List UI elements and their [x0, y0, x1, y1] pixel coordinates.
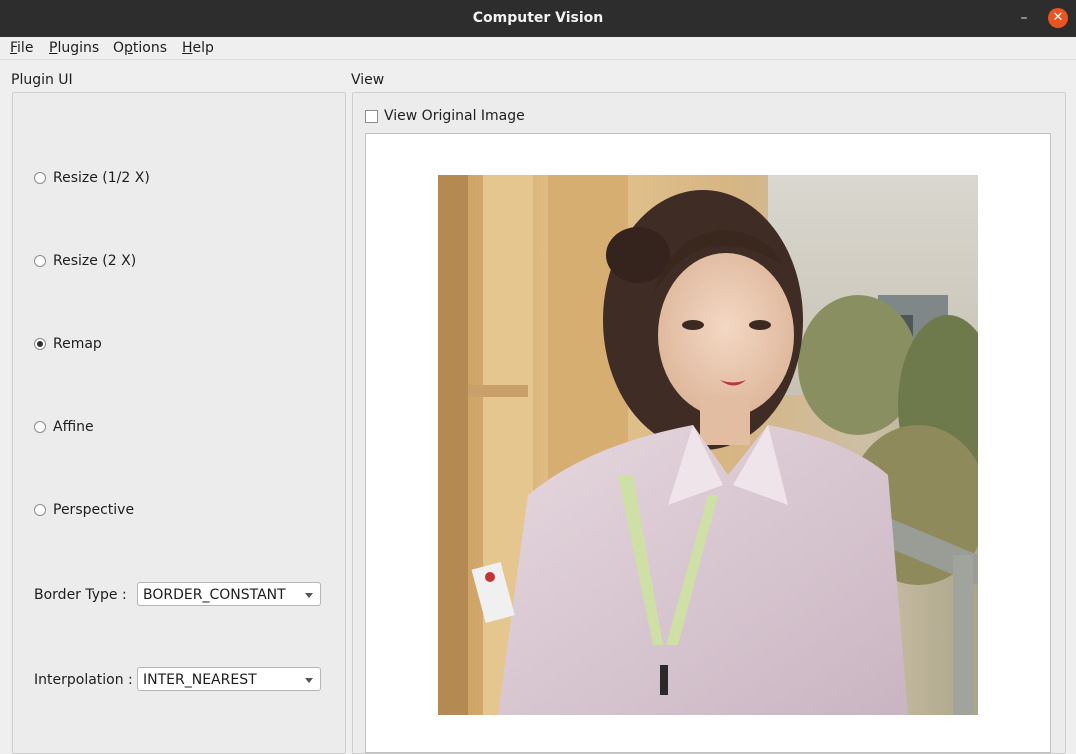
radio-label: Perspective — [53, 502, 135, 518]
radio-label: Remap — [53, 336, 102, 352]
view-original-label: View Original Image — [384, 108, 525, 124]
chevron-down-icon — [305, 678, 313, 683]
radio-label: Resize (2 X) — [53, 253, 137, 269]
border-type-value: BORDER_CONSTANT — [143, 587, 286, 603]
interpolation-value: INTER_NEAREST — [143, 672, 257, 688]
radio-indicator[interactable] — [34, 421, 46, 433]
radio-label: Resize (1/2 X) — [53, 170, 150, 186]
view-original-checkbox-row[interactable]: View Original Image — [365, 106, 525, 126]
menu-bar: File Plugins Options Help — [0, 37, 1076, 60]
border-type-combo[interactable]: BORDER_CONSTANT — [137, 582, 321, 606]
radio-affine[interactable]: Affine — [34, 417, 94, 437]
close-icon[interactable]: ✕ — [1048, 8, 1068, 28]
radio-remap[interactable]: Remap — [34, 334, 102, 354]
radio-indicator[interactable] — [34, 255, 46, 267]
image-canvas — [365, 133, 1051, 753]
chevron-down-icon — [305, 593, 313, 598]
interpolation-combo[interactable]: INTER_NEAREST — [137, 667, 321, 691]
radio-label: Affine — [53, 419, 94, 435]
menu-options[interactable]: Options — [113, 39, 167, 57]
menu-file[interactable]: File — [10, 39, 33, 57]
border-type-label: Border Type : — [34, 587, 127, 603]
window-title: Computer Vision — [472, 10, 604, 26]
radio-indicator-checked[interactable] — [34, 338, 46, 350]
radio-resize-double[interactable]: Resize (2 X) — [34, 251, 136, 271]
radio-perspective[interactable]: Perspective — [34, 500, 134, 520]
plugin-ui-title: Plugin UI — [11, 72, 73, 88]
interpolation-label: Interpolation : — [34, 672, 133, 688]
view-original-checkbox[interactable] — [365, 109, 378, 123]
view-title: View — [351, 72, 385, 88]
radio-resize-half[interactable]: Resize (1/2 X) — [34, 168, 150, 188]
title-bar: Computer Vision – ✕ — [0, 0, 1076, 37]
menu-help[interactable]: Help — [182, 39, 214, 57]
menu-plugins[interactable]: Plugins — [49, 39, 99, 57]
radio-indicator[interactable] — [34, 504, 46, 516]
minimize-icon[interactable]: – — [1016, 10, 1032, 26]
radio-indicator[interactable] — [34, 172, 46, 184]
photo-image — [438, 175, 978, 715]
